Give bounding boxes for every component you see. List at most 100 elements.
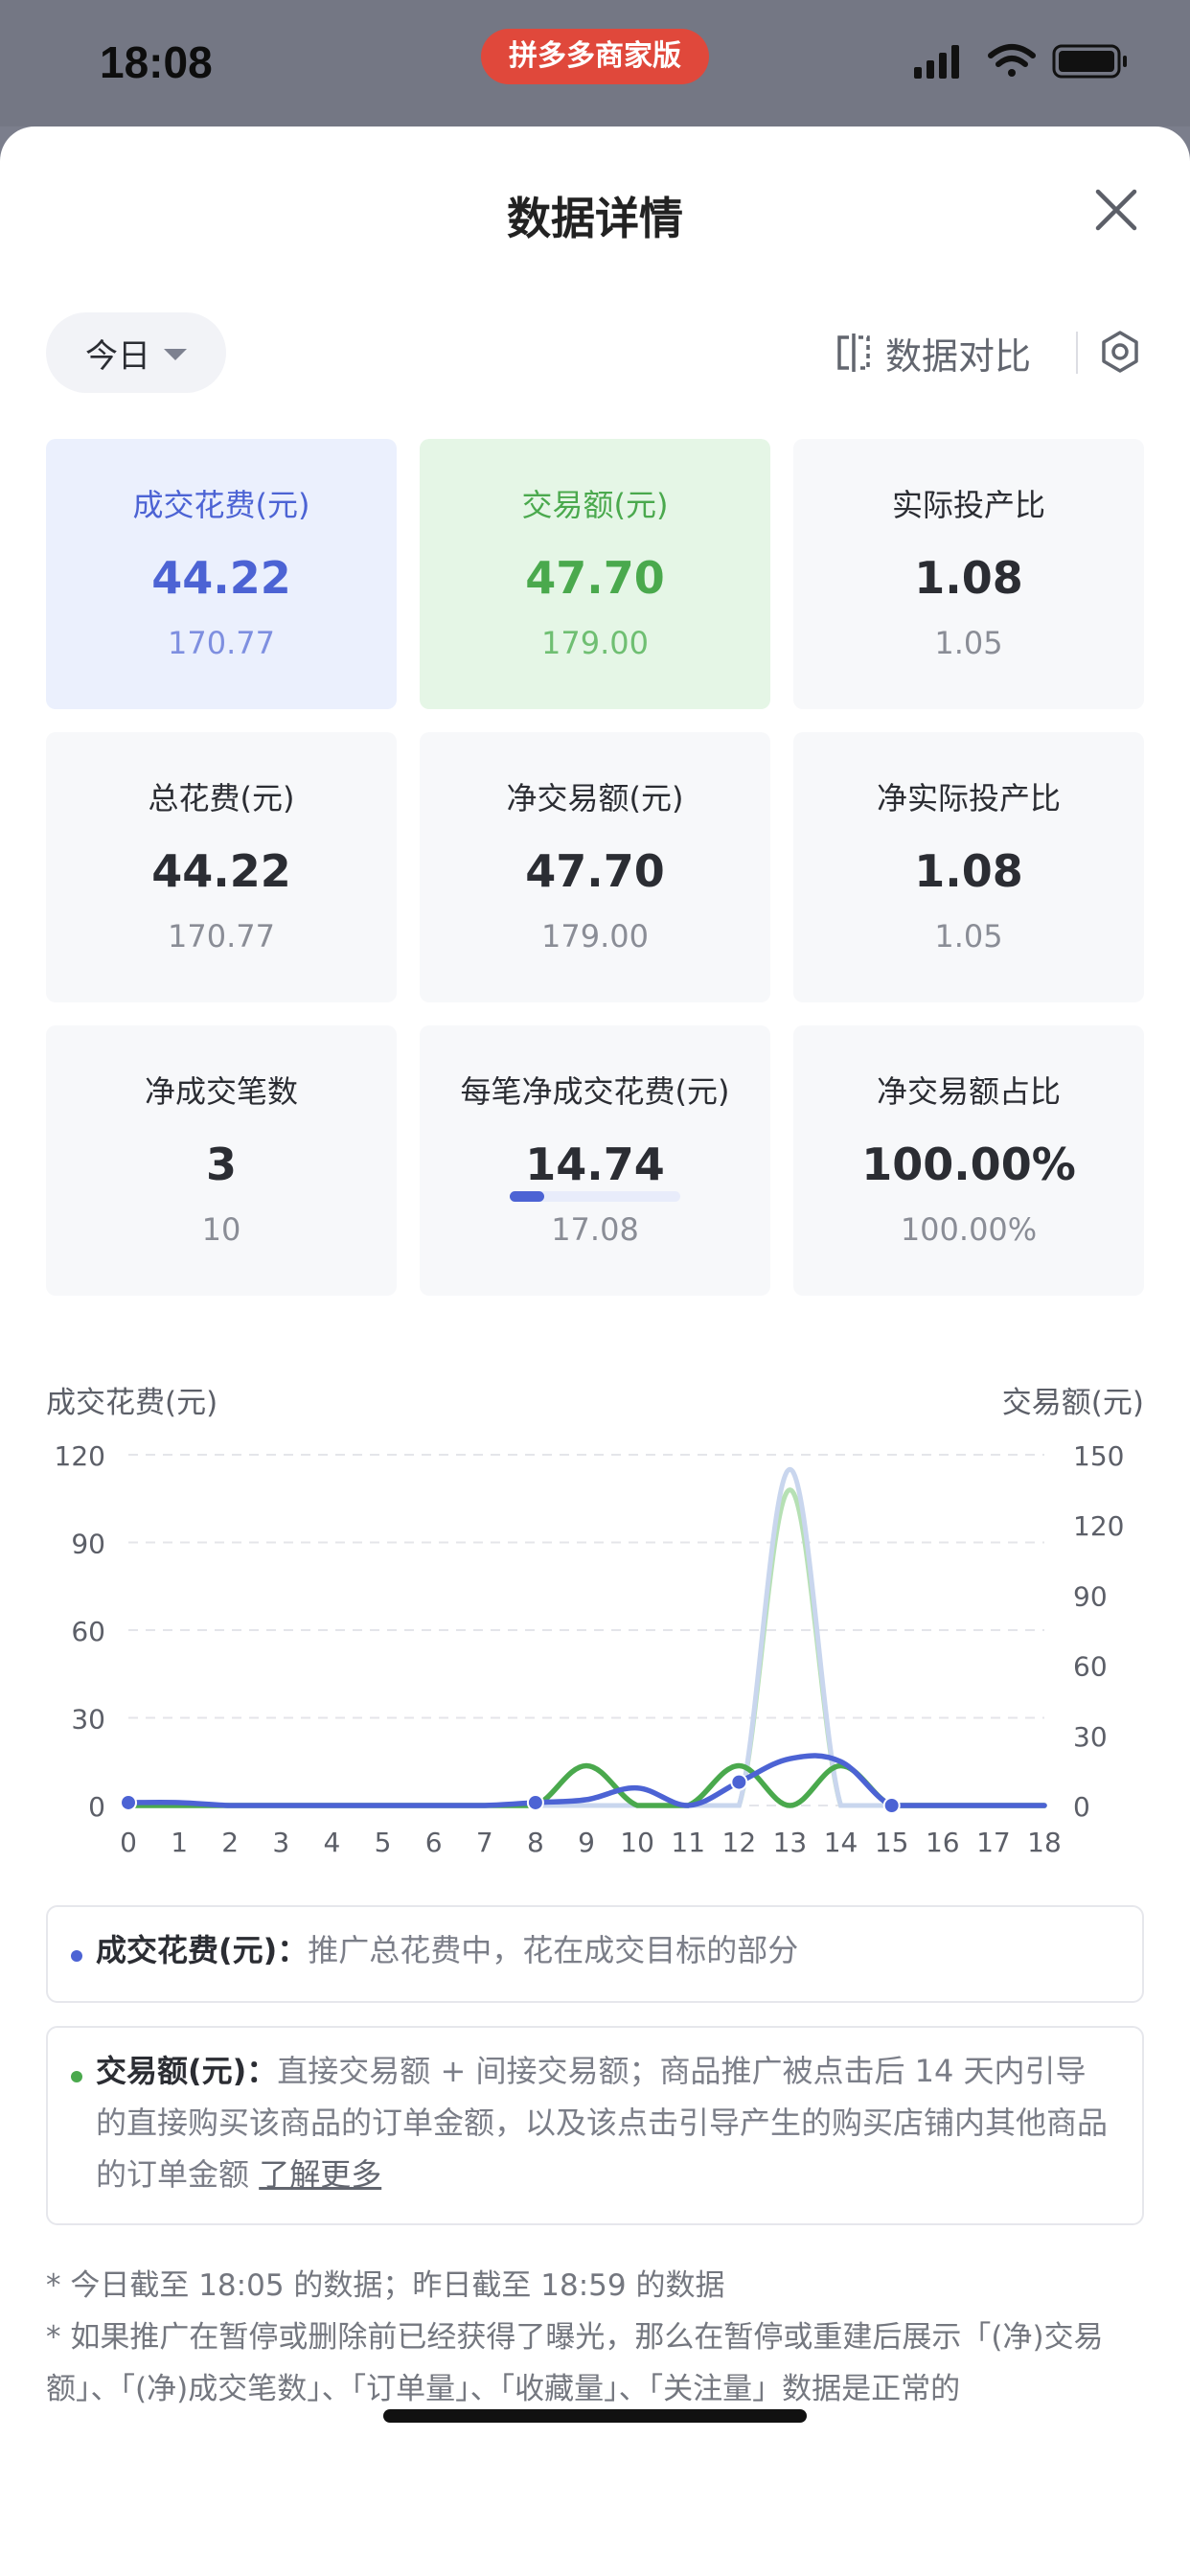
metric-card[interactable]: 实际投产比 1.08 1.05 bbox=[793, 439, 1144, 709]
y-right-tick-label: 60 bbox=[1073, 1651, 1108, 1683]
legend-gmv: 交易额(元)：直接交易额 + 间接交易额；商品推广被点击后 14 天内引导的直接… bbox=[46, 2026, 1144, 2225]
x-tick-label: 15 bbox=[875, 1827, 909, 1858]
metric-label: 成交花费(元) bbox=[132, 487, 310, 523]
data-point bbox=[730, 1773, 748, 1791]
metric-previous: 179.00 bbox=[541, 625, 649, 661]
x-tick-label: 3 bbox=[272, 1827, 289, 1858]
y-axis-left-label: 成交花费(元) bbox=[46, 1386, 217, 1420]
metric-value: 14.74 bbox=[525, 1138, 665, 1190]
learn-more-link[interactable]: 了解更多 bbox=[259, 2156, 381, 2193]
y-axis-right-label: 交易额(元) bbox=[1002, 1386, 1144, 1420]
metric-label: 净交易额(元) bbox=[506, 780, 684, 816]
x-tick-label: 1 bbox=[171, 1827, 188, 1858]
settings-icon[interactable] bbox=[1098, 330, 1142, 374]
metric-previous: 170.77 bbox=[168, 625, 275, 661]
metric-previous: 100.00% bbox=[900, 1211, 1038, 1248]
metric-value: 3 bbox=[205, 1138, 237, 1190]
x-tick-label: 4 bbox=[324, 1827, 341, 1858]
data-compare-label: 数据对比 bbox=[885, 334, 1032, 378]
wifi-icon bbox=[988, 44, 1036, 77]
divider bbox=[1076, 332, 1078, 374]
y-right-tick-label: 150 bbox=[1073, 1440, 1124, 1472]
metric-label: 净交易额占比 bbox=[876, 1073, 1061, 1110]
legend-desc: 推广总花费中，花在成交目标的部分 bbox=[308, 1932, 799, 1968]
footnote-pause: * 如果推广在暂停或删除前已经获得了曝光，那么在暂停或重建后展示「(净)交易额」… bbox=[46, 2320, 1104, 2406]
y-left-tick-label: 0 bbox=[88, 1791, 105, 1823]
metric-value: 44.22 bbox=[151, 552, 291, 604]
data-compare-button[interactable]: 数据对比 bbox=[835, 324, 1031, 381]
legend-dot-green bbox=[71, 2071, 82, 2082]
y-left-tick-label: 60 bbox=[71, 1616, 105, 1647]
battery-icon bbox=[1052, 44, 1127, 79]
legend-dot-blue bbox=[71, 1950, 82, 1962]
app-badge[interactable]: 拼多多商家版 bbox=[481, 29, 709, 84]
metric-label: 净成交笔数 bbox=[144, 1073, 298, 1110]
compare-icon bbox=[837, 334, 870, 372]
metric-previous: 179.00 bbox=[541, 918, 649, 954]
metric-value: 1.08 bbox=[914, 845, 1023, 897]
data-point bbox=[526, 1793, 544, 1811]
y-right-tick-label: 90 bbox=[1073, 1580, 1108, 1612]
x-tick-label: 2 bbox=[221, 1827, 239, 1858]
y-right-tick-label: 30 bbox=[1073, 1721, 1108, 1753]
series-line bbox=[126, 1487, 1047, 1808]
pager-thumb bbox=[510, 1191, 544, 1202]
data-point bbox=[120, 1793, 137, 1811]
metric-previous: 17.08 bbox=[551, 1211, 639, 1248]
x-tick-label: 10 bbox=[620, 1827, 654, 1858]
x-tick-label: 9 bbox=[578, 1827, 595, 1858]
x-tick-label: 5 bbox=[375, 1827, 392, 1858]
legend-term: 交易额(元) bbox=[96, 2053, 247, 2089]
metric-value: 47.70 bbox=[525, 552, 665, 604]
page-title: 数据详情 bbox=[507, 193, 683, 244]
x-tick-label: 11 bbox=[671, 1827, 705, 1858]
caret-down-icon bbox=[164, 349, 187, 360]
metric-cards: 成交花费(元) 44.22 170.77 交易额(元) 47.70 179.00… bbox=[46, 439, 1144, 1296]
metric-card[interactable]: 净实际投产比 1.08 1.05 bbox=[793, 732, 1144, 1002]
x-tick-label: 12 bbox=[722, 1827, 757, 1858]
x-tick-label: 17 bbox=[976, 1827, 1011, 1858]
metric-card[interactable]: 净交易额(元) 47.70 179.00 bbox=[420, 732, 770, 1002]
home-indicator[interactable] bbox=[383, 2409, 807, 2423]
y-right-tick-label: 120 bbox=[1073, 1510, 1124, 1542]
date-range-value: 今日 bbox=[85, 336, 150, 376]
x-tick-label: 0 bbox=[120, 1827, 137, 1858]
metric-previous: 170.77 bbox=[168, 918, 275, 954]
metric-previous: 1.05 bbox=[934, 625, 1003, 661]
metric-card[interactable]: 交易额(元) 47.70 179.00 bbox=[420, 439, 770, 709]
trend-chart[interactable]: 成交花费(元) 交易额(元) 0306090120 0306090120150 … bbox=[0, 1246, 1190, 1859]
x-tick-label: 18 bbox=[1027, 1827, 1062, 1858]
signal-icon bbox=[914, 45, 959, 79]
status-time: 18:08 bbox=[100, 37, 213, 87]
x-tick-label: 7 bbox=[476, 1827, 493, 1858]
series-line bbox=[126, 1466, 1047, 1808]
metric-card[interactable]: 总花费(元) 44.22 170.77 bbox=[46, 732, 397, 1002]
metric-label: 总花费(元) bbox=[148, 780, 295, 816]
x-tick-label: 16 bbox=[926, 1827, 960, 1858]
date-range-select[interactable]: 今日 bbox=[46, 312, 226, 393]
x-tick-label: 8 bbox=[527, 1827, 544, 1858]
close-icon[interactable] bbox=[1092, 186, 1140, 234]
metric-value: 47.70 bbox=[525, 845, 665, 897]
legend-term: 成交花费(元) bbox=[96, 1932, 278, 1968]
y-left-tick-label: 90 bbox=[71, 1529, 105, 1560]
metric-previous: 10 bbox=[201, 1211, 241, 1248]
status-icons bbox=[914, 44, 1127, 79]
metric-label: 交易额(元) bbox=[521, 487, 669, 523]
x-tick-label: 14 bbox=[824, 1827, 858, 1858]
footnote-time: * 今日截至 18:05 的数据；昨日截至 18:59 的数据 bbox=[46, 2268, 725, 2303]
y-left-tick-label: 120 bbox=[55, 1440, 105, 1472]
metric-value: 100.00% bbox=[861, 1138, 1076, 1190]
x-tick-label: 6 bbox=[425, 1827, 443, 1858]
y-right-tick-label: 0 bbox=[1073, 1791, 1090, 1823]
metric-label: 净实际投产比 bbox=[876, 780, 1061, 816]
legend-spend: 成交花费(元)：推广总花费中，花在成交目标的部分 bbox=[46, 1905, 1144, 2003]
metric-card[interactable]: 成交花费(元) 44.22 170.77 bbox=[46, 439, 397, 709]
x-tick-label: 13 bbox=[773, 1827, 808, 1858]
metric-label: 每笔净成交花费(元) bbox=[460, 1073, 730, 1110]
y-left-tick-label: 30 bbox=[71, 1704, 105, 1736]
metric-value: 1.08 bbox=[914, 552, 1023, 604]
data-point bbox=[882, 1797, 901, 1814]
metric-previous: 1.05 bbox=[934, 918, 1003, 954]
metric-label: 实际投产比 bbox=[891, 487, 1045, 523]
